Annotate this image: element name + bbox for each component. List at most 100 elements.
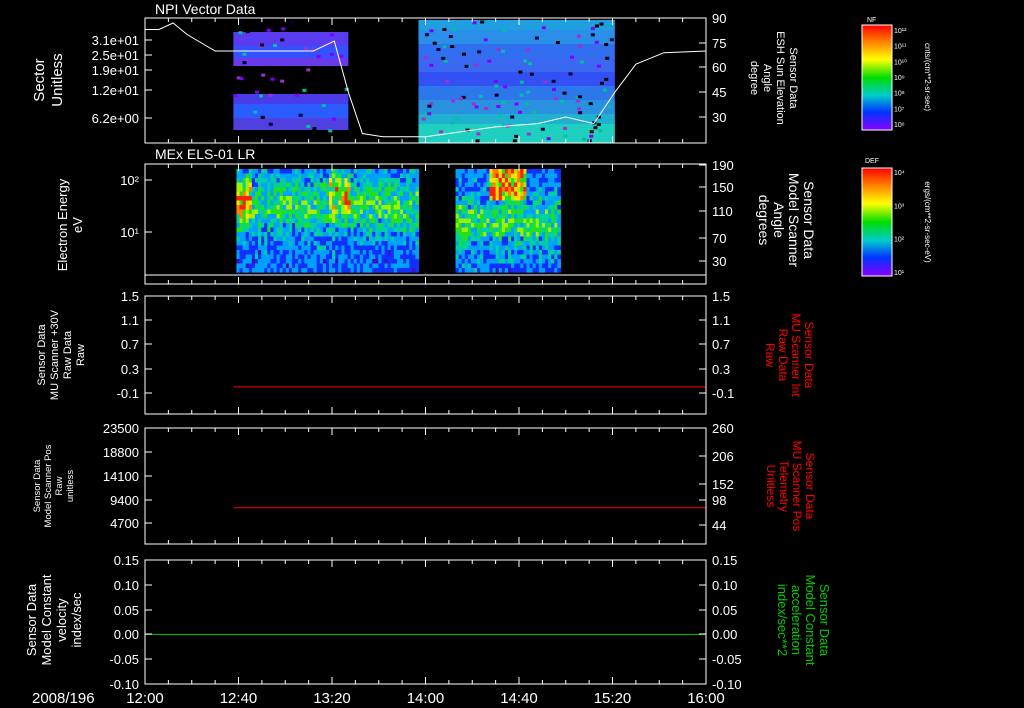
spectrogram-cell — [350, 169, 355, 174]
spectrogram-cell — [307, 227, 312, 233]
spectrogram-cell — [372, 191, 376, 197]
spectrogram-cell — [282, 245, 287, 251]
spectrogram-cell — [350, 254, 355, 260]
spectrogram-cell — [301, 200, 305, 206]
spectrogram-cell — [461, 169, 466, 174]
spectrogram-cell — [267, 245, 271, 251]
spectrogram-cell — [511, 236, 515, 242]
spectrogram-cell — [279, 169, 284, 174]
spectrogram-cell — [507, 236, 512, 242]
spectrogram-cell — [325, 187, 330, 192]
velocity-ylabel-line2: Model Constant — [39, 574, 54, 665]
y2-tick-label: 0.3 — [712, 362, 730, 377]
spectrogram-cell — [415, 191, 420, 197]
heatmap-cell — [294, 93, 299, 97]
spectrogram-cell — [390, 182, 395, 188]
spectrogram-cell — [467, 241, 472, 246]
spectrogram-cell — [489, 178, 494, 183]
spectrogram-cell — [372, 259, 376, 264]
spectrogram-cell — [504, 232, 509, 237]
spectrogram-cell — [264, 268, 268, 273]
spectrogram-cell — [387, 268, 392, 273]
spectrogram-cell — [495, 250, 500, 255]
spectrogram-cell — [557, 245, 561, 251]
spectrogram-cell — [251, 218, 256, 224]
spectrogram-cell — [307, 259, 312, 264]
spectrogram-cell — [538, 254, 543, 260]
spectrogram-cell — [295, 232, 299, 237]
spectrogram-cell — [514, 223, 518, 228]
spectrogram-cell — [403, 241, 407, 246]
spectrogram-cell — [548, 268, 552, 273]
spectrogram-cell — [514, 187, 518, 192]
spectrogram-cell — [350, 268, 355, 273]
spectrogram-cell — [378, 182, 382, 188]
spectrogram-cell — [415, 232, 420, 237]
spectrogram-cell — [461, 218, 466, 224]
spectrogram-cell — [535, 191, 540, 197]
spectrogram-cell — [288, 268, 293, 273]
spectrogram-cell — [282, 200, 287, 206]
spectrogram-cell — [544, 169, 549, 174]
spectrogram-cell — [329, 250, 333, 255]
spectrogram-cell — [415, 241, 420, 246]
spectrogram-cell — [338, 218, 342, 224]
spectrogram-cell — [470, 250, 475, 255]
spectrogram-cell — [329, 191, 333, 197]
spectrogram-cell — [520, 223, 524, 228]
colorbar-nf-unit: cnts/(cm**2-sr-sec) — [923, 43, 932, 111]
heatmap-cell — [577, 95, 582, 99]
spectrogram-cell — [251, 169, 256, 174]
spectrogram-cell — [381, 196, 386, 201]
spectrogram-cell — [529, 200, 534, 206]
spectrogram-cell — [541, 250, 546, 255]
spectrogram-cell — [378, 254, 382, 260]
spectrogram-cell — [301, 178, 305, 183]
spectrogram-cell — [353, 241, 358, 246]
spectrogram-cell — [526, 214, 531, 219]
spectrogram-cell — [298, 259, 302, 264]
spectrogram-cell — [264, 259, 268, 264]
spectrogram-cell — [498, 196, 503, 201]
spectrogram-cell — [245, 205, 250, 210]
spectrogram-cell — [538, 209, 543, 215]
spectrogram-cell — [458, 218, 463, 224]
spectrogram-cell — [310, 232, 315, 237]
spectrogram-cell — [282, 223, 287, 228]
spectrogram-cell — [264, 241, 268, 246]
spectrogram-cell — [517, 268, 521, 273]
spectrogram-cell — [375, 245, 379, 251]
spectrogram-cell — [393, 200, 398, 206]
spectrogram-cell — [486, 232, 490, 237]
spectrogram-cell — [498, 205, 503, 210]
heatmap-cell — [510, 115, 515, 119]
spectrogram-cell — [313, 173, 318, 179]
spectrogram-cell — [279, 268, 284, 273]
spectrogram-cell — [335, 173, 339, 179]
spectrogram-cell — [507, 254, 512, 260]
spectrogram-cell — [538, 205, 543, 210]
spectrogram-cell — [477, 178, 481, 183]
scanner-pos-ylabel-line4: unitless — [65, 470, 76, 502]
spectrogram-cell — [248, 218, 253, 224]
spectrogram-cell — [412, 200, 416, 206]
spectrogram-cell — [239, 250, 244, 255]
spectrogram-cell — [551, 196, 555, 201]
spectrogram-cell — [517, 218, 521, 224]
spectrogram-cell — [381, 245, 386, 251]
y-tick-label: 0.7 — [121, 337, 139, 352]
spectrogram-cell — [359, 178, 364, 183]
spectrogram-cell — [264, 178, 268, 183]
spectrogram-cell — [551, 245, 555, 251]
spectrogram-cell — [470, 223, 475, 228]
spectrogram-cell — [242, 196, 247, 201]
spectrogram-cell — [523, 227, 527, 233]
spectrogram-cell — [282, 196, 287, 201]
spectrogram-cell — [301, 227, 305, 233]
spectrogram-cell — [341, 227, 345, 233]
spectrogram-cell — [517, 254, 521, 260]
spectrogram-cell — [298, 236, 302, 242]
heatmap-cell — [553, 97, 558, 101]
spectrogram-cell — [298, 182, 302, 188]
spectrogram-cell — [378, 227, 382, 233]
